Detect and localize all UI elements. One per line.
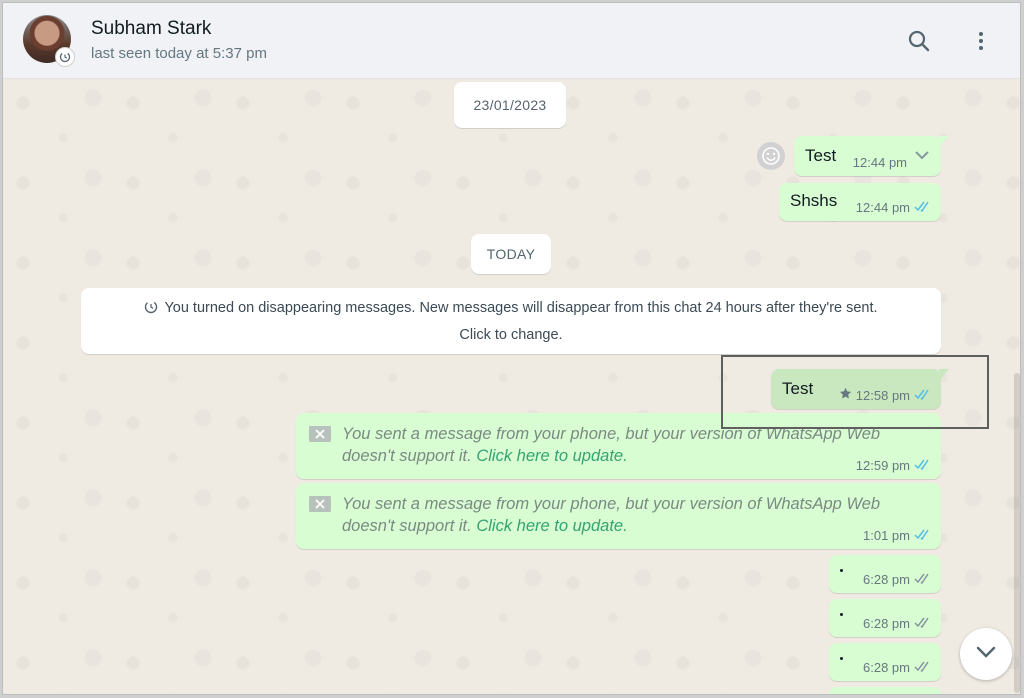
message-timestamp: 12:44 pm: [855, 200, 910, 215]
message-meta: 1:01 pm: [863, 528, 932, 543]
message-meta: 12:44 pm: [856, 200, 932, 215]
message-meta: 12:58 pm: [839, 387, 932, 403]
outgoing-message[interactable]: 6:28 pm: [829, 555, 941, 593]
unsupported-message-text: You sent a message from your phone, but …: [342, 423, 921, 467]
message-timestamp: 6:28 pm: [863, 616, 910, 631]
message-meta: 6:28 pm: [863, 660, 932, 675]
date-chip-today: TODAY: [471, 234, 551, 274]
message-timestamp: 12:59 pm: [855, 458, 910, 473]
message-timestamp: 6:28 pm: [863, 660, 910, 675]
delivered-ticks-icon: [914, 616, 932, 631]
scroll-to-bottom-button[interactable]: [960, 628, 1012, 680]
message-dot: [840, 569, 843, 572]
message-meta: 6:28 pm: [863, 572, 932, 587]
chat-window: Subham Stark last seen today at 5:37 pm …: [2, 2, 1021, 695]
delivered-ticks-icon: [914, 572, 932, 587]
unsupported-message-text: You sent a message from your phone, but …: [342, 493, 921, 537]
chat-header: Subham Stark last seen today at 5:37 pm: [3, 3, 1020, 79]
contact-name[interactable]: Subham Stark: [91, 18, 211, 40]
message-dot: [840, 657, 843, 660]
star-icon: [839, 387, 852, 403]
starred-message[interactable]: Test 12:58 pm: [771, 369, 949, 409]
message-timestamp: 12:58 pm: [855, 387, 910, 403]
message-timestamp: 1:01 pm: [863, 528, 910, 543]
update-link[interactable]: Click here to update.: [476, 517, 627, 535]
message-meta: 12:59 pm: [856, 458, 932, 473]
message-text: Shshs: [790, 191, 838, 210]
disappearing-messages-notice[interactable]: You turned on disappearing messages. New…: [81, 288, 941, 354]
search-icon[interactable]: [907, 29, 931, 53]
delivered-ticks-icon: [914, 660, 932, 675]
outgoing-message[interactable]: 6:28 pm: [829, 643, 941, 681]
read-ticks-icon: [914, 528, 932, 543]
unsupported-message[interactable]: You sent a message from your phone, but …: [296, 483, 941, 549]
disappearing-timer-icon: [55, 47, 75, 67]
outgoing-message-partial[interactable]: [829, 687, 941, 694]
update-link[interactable]: Click here to update.: [476, 447, 627, 465]
contact-avatar[interactable]: [23, 15, 75, 67]
unsupported-message-icon: [308, 495, 332, 518]
last-seen-status: last seen today at 5:37 pm: [91, 45, 267, 62]
notice-line-1: You turned on disappearing messages. New…: [81, 296, 941, 323]
unsupported-message-icon: [308, 425, 332, 448]
chevron-down-icon: [975, 645, 997, 664]
kebab-menu-icon[interactable]: [969, 29, 993, 53]
message-text: Test: [805, 146, 837, 165]
message-time: 12:44 pm: [853, 155, 907, 170]
chevron-down-icon[interactable]: [913, 148, 931, 167]
message-timestamp: 6:28 pm: [863, 572, 910, 587]
outgoing-message[interactable]: Shshs 12:44 pm: [779, 183, 941, 221]
scrollbar[interactable]: [1014, 373, 1020, 693]
outgoing-message[interactable]: 6:28 pm: [829, 599, 941, 637]
unsupported-message[interactable]: You sent a message from your phone, but …: [296, 413, 941, 479]
message-meta: 6:28 pm: [863, 616, 932, 631]
read-ticks-icon: [914, 200, 932, 215]
notice-click-to-change[interactable]: Click to change.: [81, 323, 941, 348]
outgoing-message[interactable]: Test 12:44 pm: [794, 136, 949, 176]
reaction-emoji-icon[interactable]: [757, 142, 785, 170]
date-chip: 23/01/2023: [454, 82, 566, 128]
message-timestamp: 12:44 pm: [852, 155, 907, 170]
read-ticks-icon: [914, 458, 932, 473]
disappearing-timer-icon: [144, 298, 158, 323]
message-text: Test: [782, 379, 814, 398]
message-dot: [840, 613, 843, 616]
notice-text: You turned on disappearing messages. New…: [164, 300, 878, 316]
read-ticks-icon: [914, 388, 932, 403]
